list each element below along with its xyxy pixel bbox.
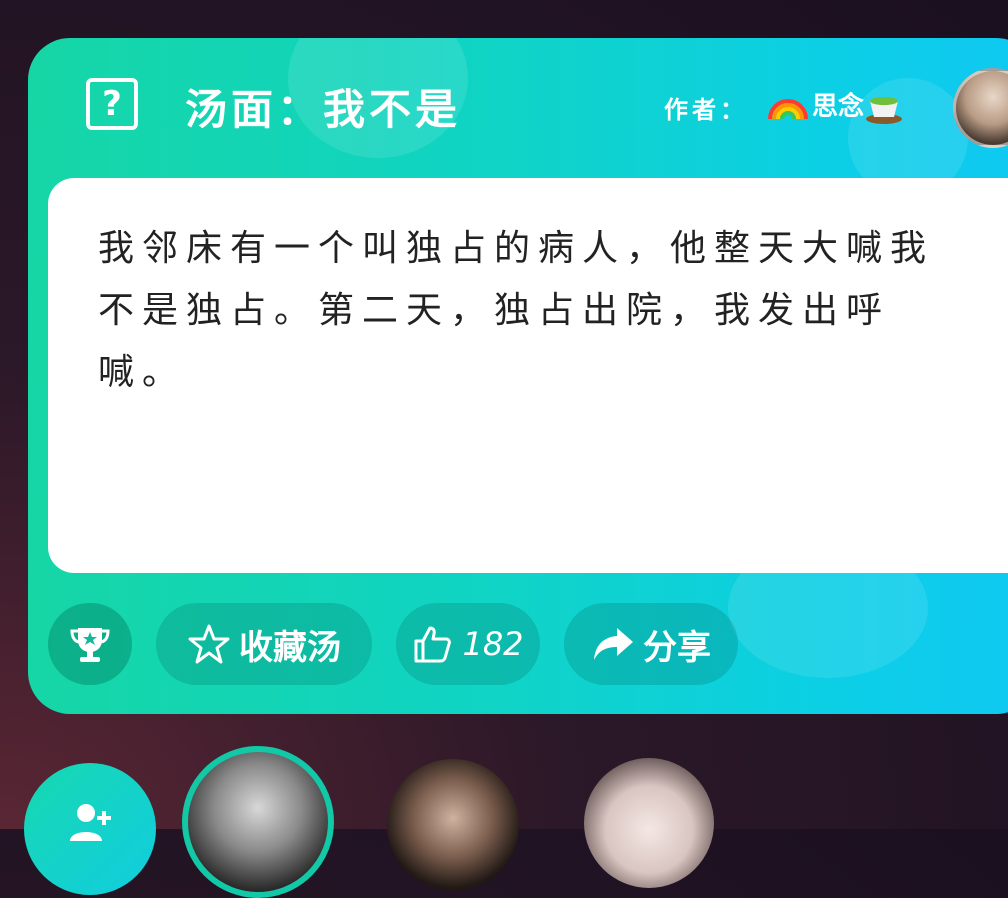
share-button[interactable]: 分享: [564, 603, 738, 685]
add-user-button[interactable]: [24, 763, 156, 895]
thumbs-up-icon: [414, 626, 452, 663]
star-icon: [188, 624, 230, 664]
user-avatar[interactable]: [182, 746, 334, 898]
favorite-label: 收藏汤: [239, 627, 341, 668]
author-name-group[interactable]: 思念: [768, 86, 904, 125]
like-button[interactable]: 182: [396, 603, 540, 685]
like-count: 182: [462, 625, 524, 663]
trophy-button[interactable]: [48, 603, 132, 685]
puzzle-title: 汤面：我不是: [185, 85, 462, 134]
puzzle-content-panel: 我邻床有一个叫独占的病人，他整天大喊我不是独占。第二天，独占出院，我发出呼喊。: [48, 178, 1008, 573]
author-label: 作者：: [664, 95, 748, 124]
add-user-icon: [70, 804, 111, 841]
trophy-icon: [70, 628, 110, 662]
share-label: 分享: [643, 627, 711, 668]
favorite-button[interactable]: 收藏汤: [156, 603, 372, 685]
question-icon: ?: [86, 78, 138, 130]
author-name: 思念: [812, 92, 865, 122]
user-avatar[interactable]: [387, 759, 519, 891]
rainbow-icon: [768, 99, 808, 119]
puzzle-content: 我邻床有一个叫独占的病人，他整天大喊我不是独占。第二天，独占出院，我发出呼喊。: [98, 228, 935, 393]
teacup-icon: [866, 97, 903, 124]
user-avatar[interactable]: [584, 758, 714, 888]
puzzle-card: ? 汤面：我不是 作者： 思念 我邻床有一个叫独占的病人，他整天大喊我不是独占。…: [28, 38, 1008, 714]
share-arrow-icon: [594, 628, 633, 660]
